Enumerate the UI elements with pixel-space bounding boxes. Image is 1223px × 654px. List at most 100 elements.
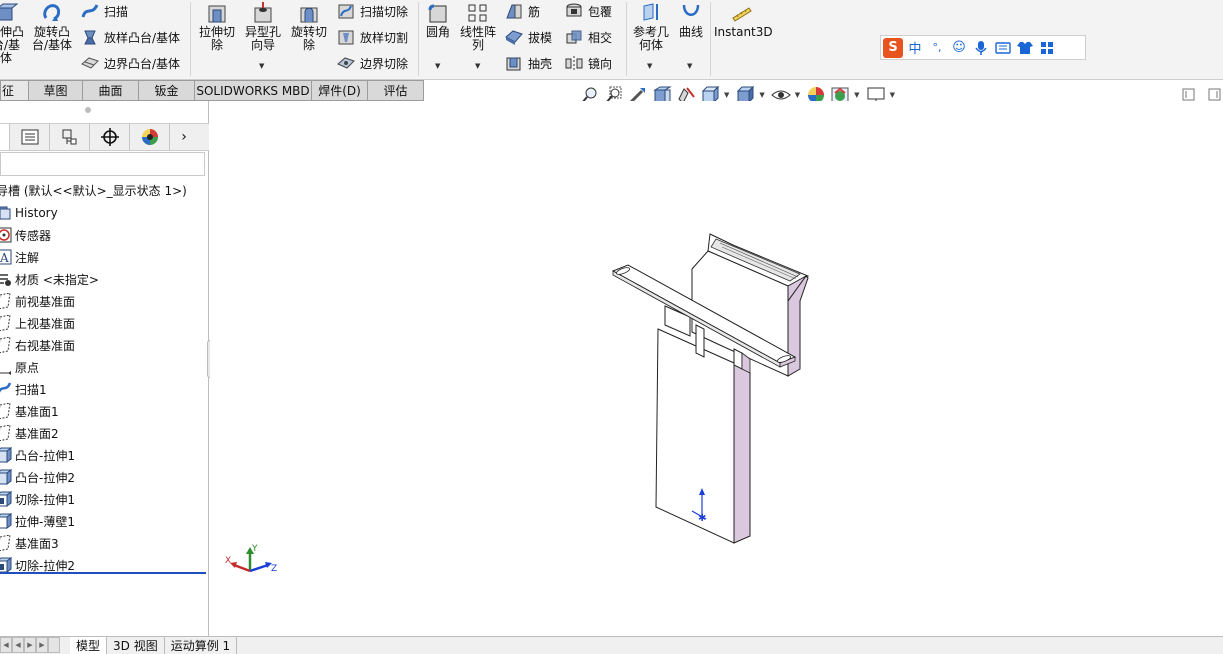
sweep-button[interactable]: 扫描 xyxy=(80,0,128,22)
rib-icon xyxy=(506,4,522,19)
intersect-button[interactable]: 相交 xyxy=(564,26,612,48)
wrap-button[interactable]: 包覆 xyxy=(564,0,612,22)
display-manager-tab[interactable] xyxy=(130,124,170,150)
fillet-dropdown-icon[interactable]: ▼ xyxy=(435,62,440,70)
reference-geometry-button[interactable]: 参考几何体 xyxy=(630,2,672,52)
tab-scroll-icon[interactable] xyxy=(48,637,60,653)
tree-item[interactable]: 拉伸-薄壁1 xyxy=(0,510,209,532)
lofted-cut-button[interactable]: 放样切割 xyxy=(336,26,408,48)
prev-tab-icon[interactable]: ◀ xyxy=(12,637,24,653)
plane-icon xyxy=(0,292,12,310)
curves-dropdown-icon[interactable]: ▼ xyxy=(687,62,692,70)
tree-item[interactable]: A 注解 xyxy=(0,246,209,268)
tree-item[interactable]: 原点 xyxy=(0,356,209,378)
graphics-viewport[interactable]: ✱ Y X Z xyxy=(210,101,1223,636)
mirror-button[interactable]: 镜向 xyxy=(564,52,612,74)
extrude-cut-button[interactable]: 拉伸切除 xyxy=(196,2,238,52)
tree-filter-input[interactable] xyxy=(0,152,205,176)
instant3d-button[interactable]: Instant3D xyxy=(714,2,773,39)
toolbox-grid-icon[interactable] xyxy=(1037,38,1057,58)
tree-item[interactable]: 扫描1 xyxy=(0,378,209,400)
tab-evaluate[interactable]: 评估 xyxy=(368,80,424,101)
model-tabs-bar: ◀ ◀ ▶ ▶ 模型 3D 视图 运动算例 1 xyxy=(0,636,1223,654)
skin-shirt-icon[interactable] xyxy=(1015,38,1035,58)
keyboard-icon[interactable] xyxy=(993,38,1013,58)
view-orientation-dropdown-icon[interactable]: ▼ xyxy=(724,91,729,99)
revolve-cut-icon xyxy=(300,7,318,23)
apply-scene-dropdown-icon[interactable]: ▼ xyxy=(854,91,859,99)
microphone-icon[interactable] xyxy=(971,38,991,58)
plane-icon xyxy=(0,314,12,332)
rollback-bar[interactable] xyxy=(0,572,206,574)
boundary-boss-button[interactable]: 边界凸台/基体 xyxy=(80,52,180,74)
tab-3d-views[interactable]: 3D 视图 xyxy=(107,637,165,654)
display-style-dropdown-icon[interactable]: ▼ xyxy=(759,91,764,99)
tree-item[interactable]: 材质 <未指定> xyxy=(0,268,209,290)
tree-item-label: 基准面1 xyxy=(15,404,59,419)
curves-button[interactable]: 曲线 xyxy=(676,2,706,39)
revolve-boss-button[interactable]: 旋转凸台/基体 xyxy=(30,2,74,52)
triad-z-label: Z xyxy=(271,564,277,574)
loft-boss-icon xyxy=(84,30,96,45)
reference-geometry-dropdown-icon[interactable]: ▼ xyxy=(647,62,652,70)
draft-label: 拔模 xyxy=(528,30,553,45)
configuration-manager-tab[interactable] xyxy=(50,124,90,150)
tab-motion-study[interactable]: 运动算例 1 xyxy=(165,637,238,654)
sogou-logo-icon[interactable]: S xyxy=(883,37,903,58)
panel-splitter-dot-icon[interactable] xyxy=(85,107,91,113)
fillet-button[interactable]: 圆角 xyxy=(422,2,454,39)
tab-solidworks-mbd[interactable]: SOLIDWORKS MBD xyxy=(195,80,312,101)
tree-root-part[interactable]: 导槽 (默认<<默认>_显示状态 1>) xyxy=(0,180,209,202)
view-settings-dropdown-icon[interactable]: ▼ xyxy=(890,91,895,99)
linear-pattern-button[interactable]: 线性阵列 xyxy=(458,2,498,52)
model-3d-view[interactable]: ✱ xyxy=(210,101,1223,636)
rib-button[interactable]: 筋 xyxy=(504,0,540,22)
feature-manager-tab[interactable] xyxy=(0,124,10,150)
tree-item[interactable]: 凸台-拉伸2 xyxy=(0,466,209,488)
tree-item[interactable]: 基准面3 xyxy=(0,532,209,554)
manager-tabs-scroll-right[interactable]: › xyxy=(170,124,198,150)
tree-item[interactable]: 基准面2 xyxy=(0,422,209,444)
tree-item[interactable]: 上视基准面 xyxy=(0,312,209,334)
tree-item[interactable]: 切除-拉伸1 xyxy=(0,488,209,510)
viewport-maximize-icon[interactable] xyxy=(1208,88,1221,101)
hole-wizard-dropdown-icon[interactable]: ▼ xyxy=(259,62,264,70)
tab-sheet-metal[interactable]: 钣金 xyxy=(139,80,195,101)
dimxpert-manager-tab[interactable] xyxy=(90,124,130,150)
property-manager-tab[interactable] xyxy=(10,124,50,150)
tree-item[interactable]: 前视基准面 xyxy=(0,290,209,312)
tab-features[interactable]: 征 xyxy=(0,80,29,101)
tree-item[interactable]: History xyxy=(0,202,209,224)
loft-boss-button[interactable]: 放样凸台/基体 xyxy=(80,26,180,48)
tree-item[interactable]: 传感器 xyxy=(0,224,209,246)
boundary-cut-button[interactable]: 边界切除 xyxy=(336,52,408,74)
tab-model[interactable]: 模型 xyxy=(70,637,108,654)
ime-punctuation-toggle[interactable]: °, xyxy=(927,38,947,58)
plane-icon xyxy=(0,424,12,442)
ime-mode-toggle[interactable]: 中 xyxy=(905,38,925,58)
linear-pattern-dropdown-icon[interactable]: ▼ xyxy=(475,62,480,70)
model-slot-left xyxy=(695,324,705,358)
boundary-boss-icon xyxy=(81,57,99,69)
next-tab-icon[interactable]: ▶ xyxy=(24,637,36,653)
viewport-restore-icon[interactable] xyxy=(1182,88,1195,101)
tab-surfaces[interactable]: 曲面 xyxy=(83,80,139,101)
wrap-icon xyxy=(566,3,582,17)
tree-item[interactable]: 基准面1 xyxy=(0,400,209,422)
emoji-icon[interactable]: ☺ xyxy=(949,38,969,58)
hole-wizard-button[interactable]: 异型孔向导 xyxy=(242,2,284,52)
draft-button[interactable]: 拔模 xyxy=(504,26,552,48)
tab-sketch[interactable]: 草图 xyxy=(29,80,83,101)
last-tab-icon[interactable]: ▶ xyxy=(36,637,48,653)
tab-weldments[interactable]: 焊件(D) xyxy=(312,80,368,101)
shell-button[interactable]: 抽壳 xyxy=(504,52,552,74)
tree-item[interactable]: 右视基准面 xyxy=(0,334,209,356)
swept-cut-button[interactable]: 扫描切除 xyxy=(336,0,408,22)
extrude-boss-button[interactable]: 拉伸凸台/基体 xyxy=(0,2,26,65)
intersect-label: 相交 xyxy=(588,30,613,45)
tree-item[interactable]: 凸台-拉伸1 xyxy=(0,444,209,466)
reference-triad[interactable]: Y X Z xyxy=(224,543,284,588)
revolve-cut-button[interactable]: 旋转切除 xyxy=(288,2,330,52)
first-tab-icon[interactable]: ◀ xyxy=(0,637,12,653)
hide-show-dropdown-icon[interactable]: ▼ xyxy=(795,91,800,99)
